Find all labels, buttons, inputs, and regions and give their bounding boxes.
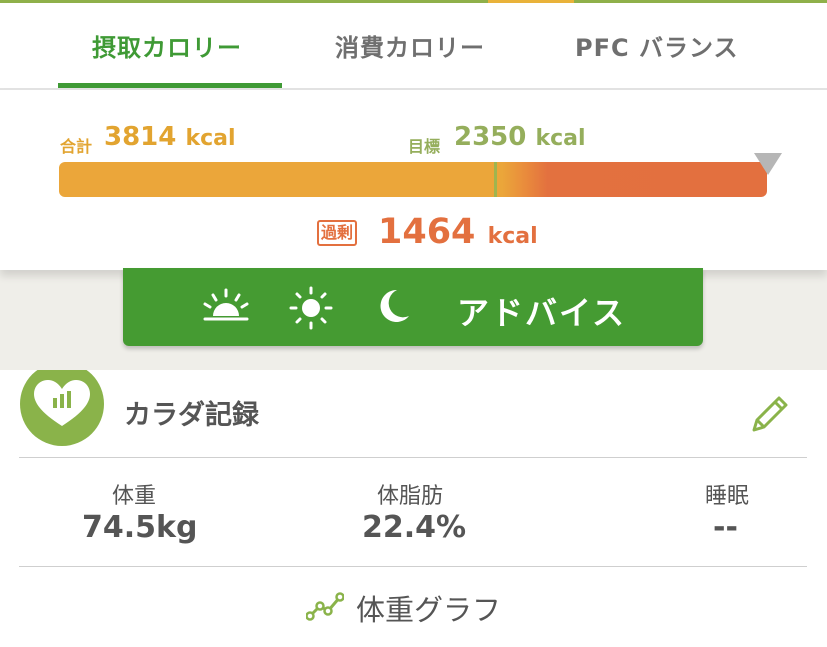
sleep-label: 睡眠 [705, 484, 750, 509]
weight-value: 74.5kg [82, 510, 198, 545]
goal-label: 目標 [408, 137, 441, 156]
record-divider-bottom [19, 566, 807, 567]
total-calories-unit: kcal [185, 126, 236, 151]
over-calories-value: 1464 [378, 212, 476, 252]
over-calories-unit: kcal [487, 224, 538, 249]
tab-burned-calories[interactable]: 消費カロリー [335, 28, 485, 63]
total-label: 合計 [60, 137, 93, 156]
goal-calories-unit: kcal [535, 126, 586, 151]
total-calories: 3814 kcal [104, 122, 236, 152]
over-calories: 1464 kcal [378, 212, 538, 252]
calorie-progress-bar [59, 162, 767, 197]
tab-intake-calories[interactable]: 摂取カロリー [92, 28, 242, 63]
body-record-title: カラダ記録 [124, 400, 259, 431]
goal-marker [494, 162, 497, 197]
bar-end-triangle-icon [754, 153, 782, 175]
goal-calories: 2350 kcal [454, 122, 586, 152]
goal-calories-value: 2350 [454, 122, 527, 152]
sleep-value: -- [713, 510, 738, 545]
body-record-heart-icon [20, 362, 104, 446]
total-calories-value: 3814 [104, 122, 177, 152]
advice-label: アドバイス [457, 294, 627, 332]
weight-graph-label: 体重グラフ [356, 593, 502, 627]
line-graph-icon [305, 592, 345, 626]
sun-icon [287, 286, 335, 334]
edit-pencil-icon[interactable] [748, 392, 792, 440]
sunrise-icon [201, 286, 251, 330]
body-fat-value: 22.4% [362, 510, 467, 545]
weight-label: 体重 [112, 484, 157, 509]
body-fat-label: 体脂肪 [377, 484, 444, 509]
calorie-summary-card: 合計 3814 kcal 目標 2350 kcal 過剰 1464 kcal [0, 90, 827, 270]
over-badge: 過剰 [317, 220, 358, 246]
tab-pfc-balance[interactable]: PFC バランス [575, 28, 738, 63]
advice-button[interactable]: アドバイス [123, 268, 703, 346]
moon-icon [373, 286, 413, 330]
tab-bar: 摂取カロリー 消費カロリー PFC バランス [0, 3, 827, 88]
record-divider-top [19, 457, 807, 458]
